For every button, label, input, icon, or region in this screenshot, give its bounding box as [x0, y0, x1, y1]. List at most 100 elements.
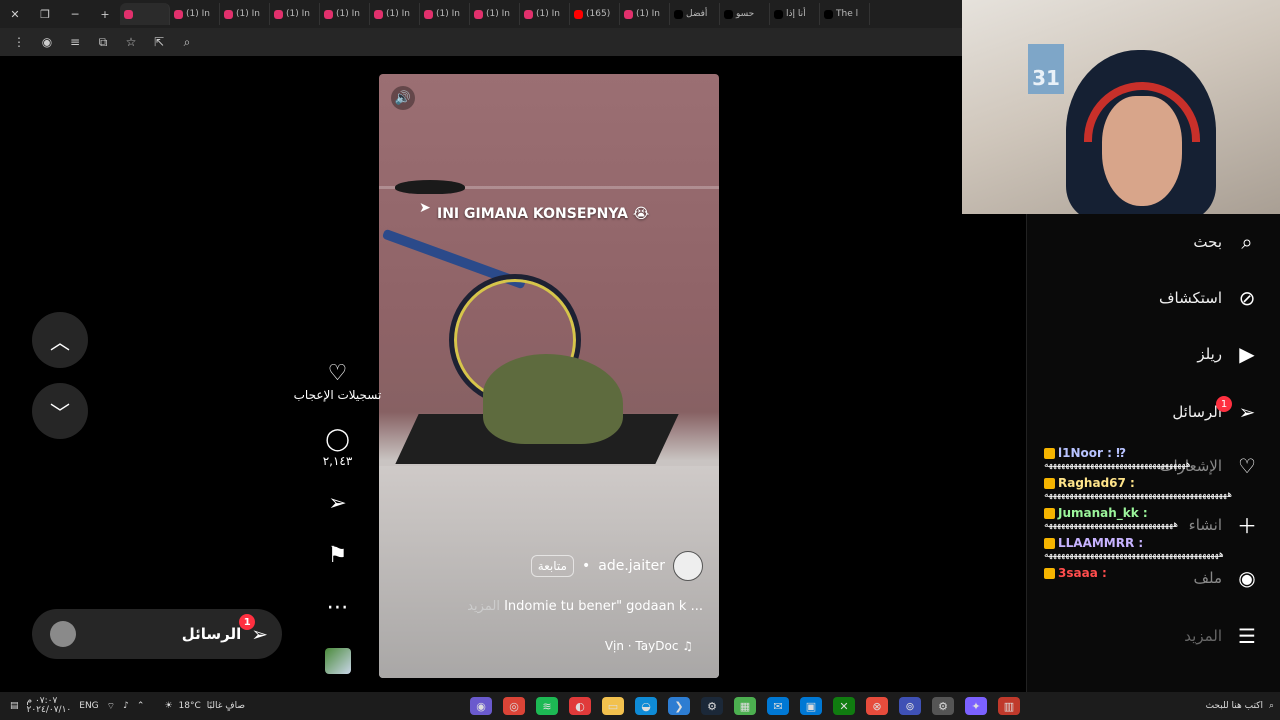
browser-tab[interactable]: (1) In: [320, 3, 370, 25]
tab-label: (1) In: [636, 9, 660, 19]
taskbar-search[interactable]: اكتب هنا للبحث ⌕: [1206, 701, 1274, 711]
save-action[interactable]: ⚑: [290, 544, 385, 568]
browser-tab[interactable]: (165): [570, 3, 620, 25]
browser-tab[interactable]: أفضل: [670, 3, 720, 25]
tab-label: (1) In: [236, 9, 260, 19]
copilot-icon[interactable]: ✦: [965, 697, 987, 715]
restore-window-icon[interactable]: ❐: [30, 0, 60, 28]
browser-tab[interactable]: حسو: [720, 3, 770, 25]
chat-username-text: l1Noor : ⁉: [1058, 446, 1127, 460]
chevron-down-icon: ﹀: [50, 400, 70, 425]
share-icon[interactable]: ⇱: [148, 31, 170, 53]
comment-action[interactable]: ◯ ٢,١٤٣: [290, 428, 385, 469]
xbox-icon[interactable]: ✕: [833, 697, 855, 715]
browser-tab[interactable]: (1) In: [520, 3, 570, 25]
reel-video[interactable]: 🔊 INI GIMANA KONSEPNYA 😭 متابعة • ade.ja…: [379, 74, 719, 678]
sidebar-item-more[interactable]: المزيد ☰: [1184, 624, 1260, 648]
messages-pill[interactable]: الرسائل ➢ 1: [32, 609, 282, 659]
browser-tab[interactable]: (1) In: [470, 3, 520, 25]
menu-icon[interactable]: ⋮: [8, 31, 30, 53]
extension-puzzle-icon[interactable]: ⧉: [92, 31, 114, 53]
new-tab-icon[interactable]: +: [90, 0, 120, 28]
like-action[interactable]: ♡ تسجيلات الإعجاب: [290, 362, 385, 403]
outlook-icon[interactable]: ✉: [767, 697, 789, 715]
messages-avatar: [50, 621, 76, 647]
minimize-window-icon[interactable]: ─: [60, 0, 90, 28]
tab-favicon-icon: [574, 9, 583, 19]
bookmark-star-icon[interactable]: ☆: [120, 31, 142, 53]
browser-tab[interactable]: (1) In: [170, 3, 220, 25]
chevron-up-tray-icon[interactable]: ⌃: [137, 701, 145, 711]
zoom-icon[interactable]: ⌕: [176, 31, 198, 53]
more-action[interactable]: ⋯: [290, 596, 385, 620]
browser-tab[interactable]: (1) In: [220, 3, 270, 25]
chat-badge-icon: [1044, 447, 1055, 459]
profile-icon[interactable]: ◉: [36, 31, 58, 53]
chat-username: l1Noor : ⁉: [1044, 446, 1280, 460]
chat-username-text: 3saaa :: [1058, 566, 1107, 580]
weather-widget[interactable]: ☀ 18°C صافٍ غالبًا: [164, 701, 245, 711]
tab-favicon-icon: [524, 9, 533, 19]
app-icon-4[interactable]: ◐: [569, 697, 591, 715]
author-name[interactable]: ade.jaiter: [598, 558, 665, 574]
screen: ✕ ❐ ─ + (1) In (1) In (1) In (1) In (1) In (1…: [0, 0, 1280, 720]
extensions-menu-icon[interactable]: ≡: [64, 31, 86, 53]
tab-favicon-icon: [174, 9, 183, 19]
vscode-icon[interactable]: ❯: [668, 697, 690, 715]
browser-tab[interactable]: (1) In: [420, 3, 470, 25]
audio-thumb[interactable]: [290, 648, 385, 674]
folder-icon[interactable]: ▭: [602, 697, 624, 715]
audio-track[interactable]: Vịn · TayDoc ♫: [605, 639, 693, 653]
bookmark-icon[interactable]: ⚑: [328, 544, 348, 568]
more-link[interactable]: المزيد: [467, 599, 500, 614]
volume-icon[interactable]: ♪: [123, 701, 129, 711]
author-avatar[interactable]: [673, 551, 703, 581]
language-indicator[interactable]: ENG: [79, 701, 98, 711]
tab-favicon-icon: [824, 9, 833, 19]
tab-label: (165): [586, 9, 611, 19]
chrome-icon[interactable]: ◎: [503, 697, 525, 715]
sidebar-item-search[interactable]: بحث ⌕: [1193, 230, 1260, 254]
description-text: Indomie tu bener" godaan k ...: [504, 599, 703, 614]
minecraft-icon[interactable]: ▦: [734, 697, 756, 715]
app-icon-17[interactable]: ▥: [998, 697, 1020, 715]
browser-tab[interactable]: [120, 3, 170, 25]
chat-text: هههههههههههههههههههههههههههههههههههههههه…: [1044, 490, 1233, 500]
audio-thumbnail[interactable]: [324, 648, 351, 674]
store-icon[interactable]: ▣: [800, 697, 822, 715]
chat-username: Raghad67 :: [1044, 476, 1280, 490]
comment-icon[interactable]: ◯: [325, 428, 350, 452]
app-icon-14[interactable]: ⊚: [899, 697, 921, 715]
browser-tab[interactable]: أنا إذا: [770, 3, 820, 25]
browser-tab[interactable]: (1) In: [270, 3, 320, 25]
heart-icon[interactable]: ♡: [328, 362, 348, 386]
edge-icon[interactable]: ◒: [635, 697, 657, 715]
reel-caption: INI GIMANA KONSEPNYA 😭: [437, 206, 650, 222]
chat-username: 3saaa :: [1044, 566, 1280, 580]
close-window-icon[interactable]: ✕: [0, 0, 30, 28]
spotify-icon[interactable]: ≋: [536, 697, 558, 715]
browser-tab[interactable]: (1) In: [370, 3, 420, 25]
sidebar-item-reels[interactable]: ريلز ▶: [1197, 342, 1260, 366]
follow-button[interactable]: متابعة: [530, 555, 574, 577]
browser-tab[interactable]: The l: [820, 3, 870, 25]
share-action[interactable]: ➢: [290, 492, 385, 516]
next-reel-button[interactable]: ﹀: [32, 383, 88, 439]
steam-icon[interactable]: ⚙: [701, 697, 723, 715]
notification-icon[interactable]: ▤: [10, 701, 19, 711]
wifi-icon[interactable]: ⌔: [107, 701, 115, 712]
app-icon-1[interactable]: ◉: [470, 697, 492, 715]
sound-icon[interactable]: 🔊: [391, 86, 415, 110]
settings-icon[interactable]: ⚙: [932, 697, 954, 715]
previous-reel-button[interactable]: ︿: [32, 312, 88, 368]
send-icon[interactable]: ➢: [328, 492, 346, 516]
browser-tab[interactable]: (1) In: [620, 3, 670, 25]
taskbar-apps: ◉ ◎ ≋ ◐ ▭ ◒ ❯ ⚙ ▦ ✉ ▣ ✕ ⊗ ⊚ ⚙ ✦ ▥: [470, 697, 1020, 715]
sidebar-item-explore[interactable]: استكشاف ⊘: [1159, 286, 1260, 310]
tab-favicon-icon: [624, 9, 633, 19]
app-icon-13[interactable]: ⊗: [866, 697, 888, 715]
more-icon[interactable]: ⋯: [327, 596, 349, 620]
comment-count: ٢,١٤٣: [322, 454, 353, 468]
clock[interactable]: ٠٧:٠٧ م ٢٠٢٤/٠٧/١٠: [27, 697, 72, 715]
search-placeholder: اكتب هنا للبحث: [1205, 701, 1263, 711]
